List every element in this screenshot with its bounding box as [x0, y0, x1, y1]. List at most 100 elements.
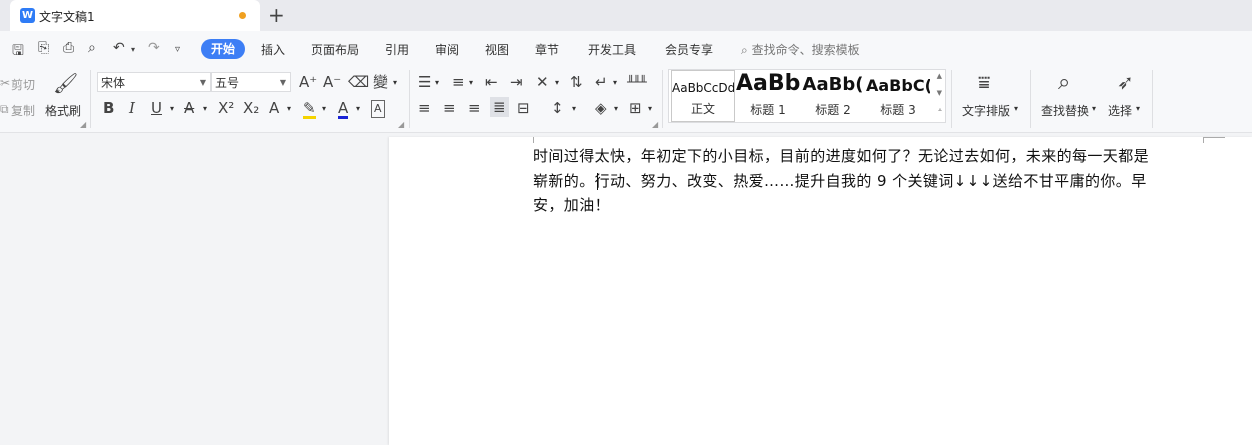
italic-icon[interactable]: I: [129, 100, 135, 116]
paragraph-launcher-icon[interactable]: ◢: [652, 120, 658, 129]
text-layout-icon[interactable]: ⩸: [978, 71, 990, 93]
save-icon[interactable]: 🖫: [12, 40, 24, 64]
style-name: 标题 1: [750, 103, 786, 117]
align-center-icon[interactable]: ≡: [443, 100, 456, 116]
show-marks-icon[interactable]: ↵: [595, 74, 608, 90]
align-right-icon[interactable]: ≡: [468, 100, 481, 116]
document-tab[interactable]: W 文字文稿1: [10, 0, 260, 31]
shrink-font-icon[interactable]: A⁻: [323, 74, 341, 90]
clipboard-launcher-icon[interactable]: ◢: [80, 120, 86, 129]
grow-font-icon[interactable]: A⁺: [299, 74, 317, 90]
justify-icon[interactable]: ≣: [490, 97, 509, 117]
styles-gallery: AaBbCcDd 正文 AaBb 标题 1 AaBb( 标题 2 AaBbC( …: [668, 69, 946, 123]
print-icon[interactable]: ⎙: [63, 40, 74, 56]
tab-home[interactable]: 开始: [201, 39, 245, 59]
strikethrough-icon[interactable]: A: [184, 100, 194, 116]
subscript-icon[interactable]: X₂: [243, 100, 259, 116]
highlight-color-icon[interactable]: ✎: [303, 100, 316, 119]
chevron-down-icon[interactable]: ▾: [648, 104, 652, 113]
character-border-icon[interactable]: A: [371, 100, 385, 118]
tab-developer[interactable]: 开发工具: [588, 41, 636, 58]
style-normal[interactable]: AaBbCcDd 正文: [671, 70, 735, 122]
chevron-down-icon[interactable]: ▾: [393, 78, 397, 87]
undo-dropdown-chevron-icon[interactable]: ▾: [131, 45, 135, 54]
select-button[interactable]: 选择: [1108, 102, 1132, 119]
scroll-up-icon[interactable]: ▲: [937, 72, 942, 80]
sort-icon[interactable]: ⇅: [570, 74, 583, 90]
cursor-arrow-icon[interactable]: ➶: [1117, 71, 1134, 93]
decrease-indent-icon[interactable]: ⇤: [485, 74, 498, 90]
chevron-down-icon[interactable]: ▾: [614, 104, 618, 113]
borders-icon[interactable]: ⊞: [629, 100, 642, 116]
chevron-down-icon[interactable]: ▾: [1136, 104, 1140, 113]
format-painter-button[interactable]: 格式刷: [45, 102, 81, 119]
new-tab-plus-icon[interactable]: +: [268, 4, 285, 26]
chevron-down-icon[interactable]: ▾: [1092, 104, 1096, 113]
chinese-layout-icon[interactable]: ✕: [536, 74, 549, 90]
numbered-list-icon[interactable]: ≡: [452, 74, 465, 90]
phonetic-guide-icon[interactable]: 變: [373, 74, 388, 90]
chevron-down-icon[interactable]: ▾: [322, 104, 326, 113]
ruler-icon[interactable]: ╨╨╨: [627, 74, 647, 90]
format-painter-icon[interactable]: 🖌: [53, 72, 78, 94]
divider: [1152, 70, 1153, 128]
export-pdf-icon[interactable]: ⎘: [38, 40, 49, 56]
clear-format-eraser-icon[interactable]: ⌫: [348, 74, 369, 90]
bullet-list-icon[interactable]: ☰: [418, 74, 431, 90]
style-heading-1[interactable]: AaBb 标题 1: [736, 70, 800, 122]
scroll-down-icon[interactable]: ▼: [937, 89, 942, 97]
command-search[interactable]: ⌕ 查找命令、搜索模板: [741, 41, 860, 58]
align-left-icon[interactable]: ≡: [418, 100, 431, 116]
find-replace-button[interactable]: 查找替换: [1041, 102, 1089, 119]
divider: [409, 70, 410, 128]
bold-icon[interactable]: B: [103, 100, 114, 116]
tab-view[interactable]: 视图: [485, 41, 509, 58]
font-size-select[interactable]: 五号 ▼: [211, 72, 291, 92]
chevron-down-icon[interactable]: ▾: [555, 78, 559, 87]
text-layout-button[interactable]: 文字排版: [962, 102, 1010, 119]
chevron-down-icon[interactable]: ▾: [170, 104, 174, 113]
print-preview-icon[interactable]: ⌕: [88, 40, 96, 56]
document-body[interactable]: 时间过得太快，年初定下的小目标，目前的进度如何了？无论过去如何，未来的每一天都是…: [533, 144, 1203, 218]
chevron-down-icon[interactable]: ▾: [613, 78, 617, 87]
chevron-down-icon[interactable]: ▾: [572, 104, 576, 113]
text-effect-icon[interactable]: A: [269, 100, 279, 116]
chevron-down-icon[interactable]: ▾: [287, 104, 291, 113]
cut-button[interactable]: 剪切: [11, 76, 35, 93]
quick-access-more-icon[interactable]: ▿: [175, 44, 180, 55]
gallery-expand-icon[interactable]: ⩡: [938, 106, 942, 115]
magnifier-icon[interactable]: ⌕: [1058, 71, 1070, 95]
tab-insert[interactable]: 插入: [261, 41, 285, 58]
tab-member[interactable]: 会员专享: [665, 41, 713, 58]
ribbon-home: ✂ 剪切 ⧉ 复制 🖌 格式刷 ◢ 宋体 ▼ 五号 ▼ A⁺ A⁻ ⌫ 變 ▾ …: [0, 66, 1252, 133]
chevron-down-icon[interactable]: ▾: [203, 104, 207, 113]
style-name: 正文: [690, 102, 715, 116]
shading-icon[interactable]: ◈: [595, 100, 607, 116]
font-name-select[interactable]: 宋体 ▼: [97, 72, 211, 92]
font-color-icon[interactable]: A: [338, 100, 349, 119]
chevron-down-icon[interactable]: ▾: [469, 78, 473, 87]
font-launcher-icon[interactable]: ◢: [398, 120, 404, 129]
line-spacing-icon[interactable]: ↕: [551, 100, 564, 116]
distributed-align-icon[interactable]: ⊟: [517, 100, 530, 116]
superscript-icon[interactable]: X²: [218, 100, 234, 116]
tab-review[interactable]: 审阅: [435, 41, 459, 58]
underline-icon[interactable]: U: [151, 100, 162, 116]
wps-writer-icon: W: [20, 8, 35, 23]
tab-section[interactable]: 章节: [535, 41, 559, 58]
redo-icon[interactable]: ↷: [148, 40, 160, 56]
copy-icon[interactable]: ⧉: [0, 101, 9, 117]
style-heading-3[interactable]: AaBbC( 标题 3: [866, 70, 930, 122]
document-page[interactable]: 时间过得太快，年初定下的小目标，目前的进度如何了？无论过去如何，未来的每一天都是…: [389, 137, 1252, 445]
cut-icon[interactable]: ✂: [0, 75, 10, 91]
undo-icon[interactable]: ↶: [113, 40, 125, 56]
tab-page-layout[interactable]: 页面布局: [311, 41, 359, 58]
chevron-down-icon[interactable]: ▾: [1014, 104, 1018, 113]
chevron-down-icon[interactable]: ▾: [356, 104, 360, 113]
copy-button[interactable]: 复制: [11, 102, 35, 119]
search-icon: ⌕: [741, 43, 748, 57]
chevron-down-icon[interactable]: ▾: [435, 78, 439, 87]
increase-indent-icon[interactable]: ⇥: [510, 74, 523, 90]
tab-references[interactable]: 引用: [385, 41, 409, 58]
style-heading-2[interactable]: AaBb( 标题 2: [801, 70, 865, 122]
